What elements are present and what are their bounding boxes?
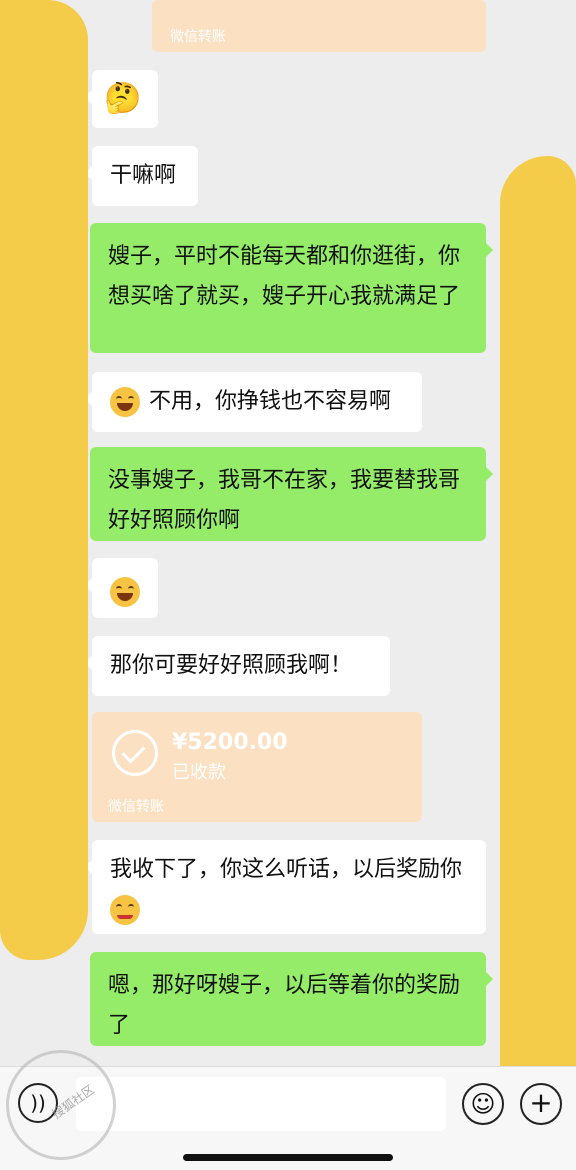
top-transfer-card[interactable]: 微信转账 <box>152 0 486 52</box>
sent-message[interactable]: 嫂子，平时不能每天都和你逛街，你想买啥了就买，嫂子开心我就满足了 <box>90 223 493 353</box>
received-message[interactable] <box>85 558 158 618</box>
message-text: 嗯，那好呀嫂子，以后等着你的奖励了 <box>108 973 461 1038</box>
received-message[interactable]: 🤔 <box>85 70 158 128</box>
thinking-emoji-icon: 🤔 <box>104 81 142 116</box>
message-text: 没事嫂子，我哥不在家，我要替我哥好好照顾你啊 <box>108 468 461 533</box>
received-message[interactable]: 那你可要好好照顾我啊！ <box>85 636 390 696</box>
left-cover-mark <box>0 0 88 960</box>
sent-message[interactable]: 嗯，那好呀嫂子，以后等着你的奖励了 <box>90 952 493 1046</box>
plus-icon[interactable]: + <box>520 1083 562 1125</box>
sent-message[interactable]: 没事嫂子，我哥不在家，我要替我哥好好照顾你啊 <box>90 447 493 541</box>
transfer-amount: ¥5200.00 <box>172 730 288 755</box>
message-text: 我收下了，你这么听话，以后奖励你 <box>110 857 463 882</box>
message-text: 那你可要好好照顾我啊！ <box>110 653 353 678</box>
emoji-icon[interactable]: ☺ <box>462 1083 504 1125</box>
received-message[interactable]: 干嘛啊 <box>85 146 198 206</box>
message-text: 干嘛啊 <box>110 163 177 188</box>
checkmark-icon <box>112 730 158 776</box>
received-message[interactable]: 我收下了，你这么听话，以后奖励你 <box>85 840 486 934</box>
transfer-footer: 微信转账 <box>108 799 164 815</box>
watermark-logo: 搜狐社区 <box>6 1050 116 1160</box>
home-indicator[interactable] <box>183 1154 393 1161</box>
transfer-status: 已收款 <box>172 762 226 783</box>
transfer-footer: 微信转账 <box>170 29 226 45</box>
transfer-card[interactable]: ¥5200.00 已收款 微信转账 <box>92 712 422 822</box>
message-text: 不用，你挣钱也不容易啊 <box>149 389 392 414</box>
message-text: 嫂子，平时不能每天都和你逛街，你想买啥了就买，嫂子开心我就满足了 <box>108 244 461 309</box>
grin-emoji-icon <box>110 577 140 607</box>
message-input[interactable] <box>76 1077 446 1131</box>
grin-emoji-icon <box>110 387 140 417</box>
right-cover-mark <box>500 156 576 1169</box>
watermark-text: 搜狐社区 <box>49 1082 97 1122</box>
left-cover-mark-top <box>0 0 48 98</box>
wink-emoji-icon <box>110 895 140 925</box>
received-message[interactable]: 不用，你挣钱也不容易啊 <box>85 372 422 432</box>
